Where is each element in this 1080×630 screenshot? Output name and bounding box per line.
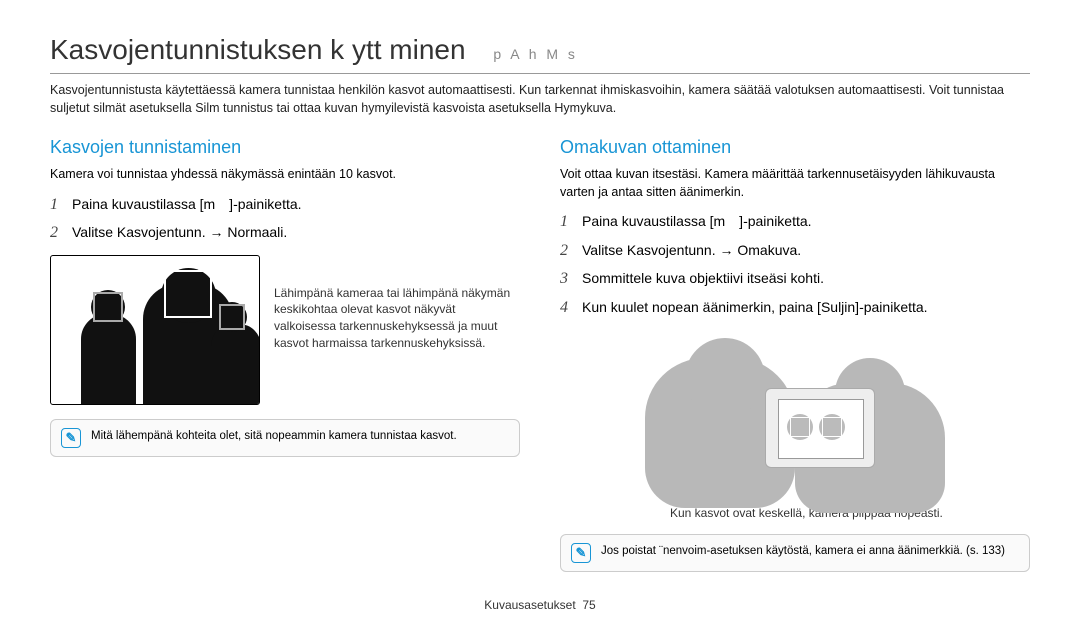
left-heading: Kasvojen tunnistaminen [50,135,520,160]
left-desc: Kamera voi tunnistaa yhdessä näkymässä e… [50,166,520,184]
note-text: Jos poistat ¨nenvoim-asetuksen käytöstä,… [601,543,1005,559]
step-number: 1 [50,194,72,216]
note-icon: ✎ [61,428,81,448]
mode-indicators: p A h M s [493,46,578,62]
right-column: Omakuvan ottaminen Voit ottaa kuvan itse… [560,135,1030,572]
footer-section: Kuvausasetukset [484,598,575,612]
figure-row: Lähimpänä kameraa tai lähimpänä näkymän … [50,255,520,405]
right-heading: Omakuvan ottaminen [560,135,1030,160]
step-text: Sommittele kuva objektiivi itseäsi kohti… [582,269,1030,289]
step-text: Paina kuvaustilassa [m ]-painiketta. [582,212,1030,232]
step-number: 2 [50,222,72,244]
footer-page: 75 [582,598,595,612]
figure-caption: Lähimpänä kameraa tai lähimpänä näkymän … [274,255,520,352]
page-footer: Kuvausasetukset 75 [0,597,1080,614]
list-item: 2Valitse Kasvojentunn. → Omakuva. [560,240,1030,262]
camera-icon [765,388,875,468]
list-item: 3Sommittele kuva objektiivi itseäsi koht… [560,268,1030,290]
step-number: 4 [560,297,582,319]
list-item: 2Valitse Kasvojentunn. → Normaali. [50,222,520,244]
left-column: Kasvojen tunnistaminen Kamera voi tunnis… [50,135,520,572]
note-text: Mitä lähempänä kohteita olet, sitä nopea… [91,428,457,444]
step-text: Valitse Kasvojentunn. → Omakuva. [582,241,1030,261]
step-text: Kun kuulet nopean äänimerkin, paina [Sul… [582,298,1030,318]
page-title: Kasvojentunnistuksen k ytt minen p A h M… [50,30,1030,74]
title-text: Kasvojentunnistuksen k ytt minen [50,34,466,65]
step-number: 1 [560,211,582,233]
step-number: 3 [560,268,582,290]
list-item: 1Paina kuvaustilassa [m ]-painiketta. [560,211,1030,233]
list-item: 4Kun kuulet nopean äänimerkin, paina [Su… [560,297,1030,319]
note-icon: ✎ [571,543,591,563]
step-text: Paina kuvaustilassa [m ]-painiketta. [72,195,520,215]
two-column-layout: Kasvojen tunnistaminen Kamera voi tunnis… [50,135,1030,572]
left-steps: 1Paina kuvaustilassa [m ]-painiketta. 2V… [50,194,520,245]
self-portrait-illustration [645,333,945,503]
face-detection-illustration [50,255,260,405]
right-desc: Voit ottaa kuvan itsestäsi. Kamera määri… [560,166,1030,201]
step-number: 2 [560,240,582,262]
note-box: ✎ Jos poistat ¨nenvoim-asetuksen käytöst… [560,534,1030,572]
note-box: ✎ Mitä lähempänä kohteita olet, sitä nop… [50,419,520,457]
intro-paragraph: Kasvojentunnistusta käytettäessä kamera … [50,82,1030,117]
list-item: 1Paina kuvaustilassa [m ]-painiketta. [50,194,520,216]
right-steps: 1Paina kuvaustilassa [m ]-painiketta. 2V… [560,211,1030,319]
step-text: Valitse Kasvojentunn. → Normaali. [72,223,520,243]
